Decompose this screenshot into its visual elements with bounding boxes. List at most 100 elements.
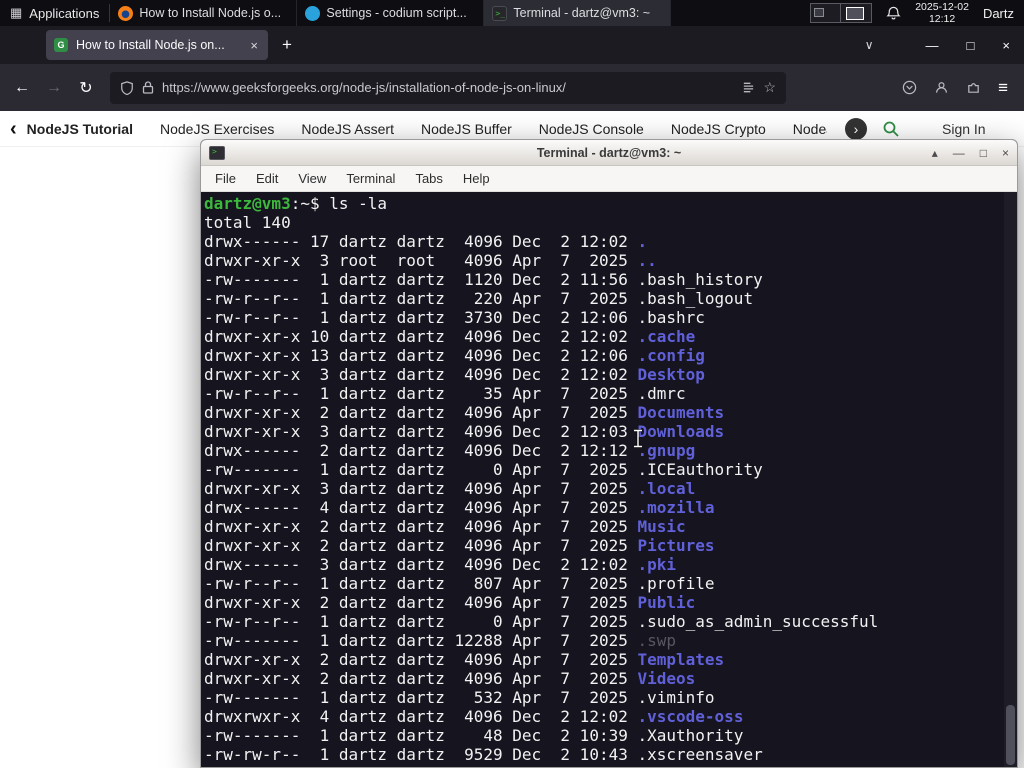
terminal-shade-button[interactable]: ▴ <box>932 140 938 166</box>
tab-close-icon[interactable]: × <box>248 38 260 53</box>
nav-link-nodejs-assert[interactable]: NodeJS Assert <box>301 121 394 137</box>
terminal-line: drwxr-xr-x 3 root root 4096 Apr 7 2025 .… <box>204 251 657 270</box>
clock-time: 12:12 <box>928 13 956 25</box>
terminal-line: drwxr-xr-x 3 dartz dartz 4096 Dec 2 12:0… <box>204 422 725 441</box>
terminal-menu-help[interactable]: Help <box>455 169 498 188</box>
terminal-line: -rw-r--r-- 1 dartz dartz 35 Apr 7 2025 .… <box>204 384 686 403</box>
terminal-line: drwx------ 3 dartz dartz 4096 Dec 2 12:0… <box>204 555 677 574</box>
terminal-menu-view[interactable]: View <box>290 169 334 188</box>
nav-link-nodejs-buffer[interactable]: NodeJS Buffer <box>421 121 512 137</box>
nav-scroll-left-icon[interactable]: ‹ <box>10 119 17 139</box>
tab-list-chevron-icon[interactable]: ∨ <box>865 38 874 52</box>
terminal-line: drwxr-xr-x 13 dartz dartz 4096 Dec 2 12:… <box>204 346 705 365</box>
workspace-2[interactable] <box>841 3 873 23</box>
nav-link-nodejs-dns[interactable]: NodeJS DNS <box>793 121 827 137</box>
menu-hamburger-icon[interactable]: ≡ <box>998 78 1008 98</box>
navigation-toolbar: ← → ↻ https://www.geeksforgeeks.org/node… <box>0 64 1024 111</box>
pager-active-window <box>846 7 865 20</box>
lock-icon[interactable] <box>142 81 154 94</box>
terminal-maximize-button[interactable]: □ <box>980 140 987 166</box>
top-panel: ▦ Applications How to Install Node.js o.… <box>0 0 1024 26</box>
notifications-bell-icon[interactable] <box>886 5 901 21</box>
browser-tab[interactable]: G How to Install Node.js on... × <box>46 30 268 60</box>
url-bar[interactable]: https://www.geeksforgeeks.org/node-js/in… <box>110 71 786 104</box>
terminal-line: -rw-r--r-- 1 dartz dartz 220 Apr 7 2025 … <box>204 289 754 308</box>
terminal-line: drwxr-xr-x 2 dartz dartz 4096 Apr 7 2025… <box>204 517 686 536</box>
terminal-icon <box>492 5 508 21</box>
terminal-body[interactable]: dartz@vm3:~$ ls -la total 140 drwx------ 1… <box>201 192 1017 767</box>
pocket-icon[interactable] <box>902 80 917 95</box>
user-menu[interactable]: Dartz <box>983 6 1016 21</box>
terminal-minimize-button[interactable]: — <box>953 140 965 166</box>
desktop-screen: ▦ Applications How to Install Node.js o.… <box>0 0 1024 768</box>
terminal-menu-edit[interactable]: Edit <box>248 169 286 188</box>
back-button[interactable]: ← <box>6 79 38 97</box>
reload-button[interactable]: ↻ <box>70 78 102 98</box>
terminal-line: -rw------- 1 dartz dartz 0 Apr 7 2025 .I… <box>204 460 763 479</box>
nav-link-nodejs-crypto[interactable]: NodeJS Crypto <box>671 121 766 137</box>
tab-title: How to Install Node.js on... <box>76 38 225 52</box>
terminal-menubar: File Edit View Terminal Tabs Help <box>201 166 1017 192</box>
terminal-line: drwxr-xr-x 2 dartz dartz 4096 Apr 7 2025… <box>204 403 725 422</box>
sign-in-button[interactable]: Sign In <box>942 121 986 137</box>
gfg-favicon: G <box>54 38 68 52</box>
terminal-line: -rw------- 1 dartz dartz 1120 Dec 2 11:5… <box>204 270 763 289</box>
taskbar-button-terminal[interactable]: Terminal - dartz@vm3: ~ <box>484 0 672 26</box>
codium-icon <box>305 5 321 21</box>
task-list: How to Install Node.js o... Settings - co… <box>110 0 672 26</box>
taskbar-button-label: Settings - codium script... <box>326 6 467 20</box>
taskbar-button-codium[interactable]: Settings - codium script... <box>297 0 485 26</box>
pager-window <box>814 8 825 17</box>
taskbar-button-label: How to Install Node.js o... <box>139 6 282 20</box>
workspace-1[interactable] <box>810 3 842 23</box>
toolbar-right-icons: ≡ <box>902 78 1018 98</box>
terminal-line: drwx------ 2 dartz dartz 4096 Dec 2 12:1… <box>204 441 696 460</box>
terminal-line: drwxr-xr-x 3 dartz dartz 4096 Apr 7 2025… <box>204 479 696 498</box>
terminal-line: -rw-r--r-- 1 dartz dartz 0 Apr 7 2025 .s… <box>204 612 879 631</box>
url-text[interactable]: https://www.geeksforgeeks.org/node-js/in… <box>162 80 734 95</box>
terminal-line: -rw-rw-r-- 1 dartz dartz 9529 Dec 2 10:4… <box>204 745 763 764</box>
scrollbar-thumb[interactable] <box>1006 705 1015 765</box>
browser-maximize-button[interactable]: □ <box>967 38 975 53</box>
terminal-line: drwxr-xr-x 2 dartz dartz 4096 Apr 7 2025… <box>204 650 725 669</box>
terminal-line: drwxr-xr-x 2 dartz dartz 4096 Apr 7 2025… <box>204 669 696 688</box>
terminal-menu-file[interactable]: File <box>207 169 244 188</box>
tracking-shield-icon[interactable] <box>120 80 134 95</box>
search-icon[interactable] <box>882 120 900 138</box>
new-tab-button[interactable]: + <box>282 35 292 55</box>
terminal-scrollbar[interactable] <box>1004 192 1017 767</box>
firefox-icon <box>118 5 134 21</box>
terminal-line: dartz@vm3:~$ ls -la <box>204 194 388 213</box>
taskbar-button-label: Terminal - dartz@vm3: ~ <box>513 6 651 20</box>
terminal-line: -rw------- 1 dartz dartz 532 Apr 7 2025 … <box>204 688 715 707</box>
clock-date: 2025-12-02 <box>915 1 969 13</box>
terminal-line: drwxr-xr-x 2 dartz dartz 4096 Apr 7 2025… <box>204 593 696 612</box>
nav-scroll-right-icon[interactable]: › <box>845 118 867 140</box>
window-controls: ∨ — □ × <box>851 26 1024 64</box>
terminal-line: drwxr-xr-x 10 dartz dartz 4096 Dec 2 12:… <box>204 327 696 346</box>
terminal-line: drwxr-xr-x 2 dartz dartz 4096 Apr 7 2025… <box>204 536 715 555</box>
terminal-line: drwx------ 17 dartz dartz 4096 Dec 2 12:… <box>204 232 648 251</box>
terminal-output: dartz@vm3:~$ ls -la total 140 drwx------ 1… <box>201 192 1017 764</box>
taskbar-button-firefox[interactable]: How to Install Node.js o... <box>110 0 298 26</box>
terminal-line: -rw------- 1 dartz dartz 48 Dec 2 10:39 … <box>204 726 744 745</box>
terminal-close-button[interactable]: × <box>1002 140 1009 166</box>
terminal-menu-terminal[interactable]: Terminal <box>338 169 403 188</box>
reader-mode-icon[interactable] <box>742 81 755 94</box>
forward-button[interactable]: → <box>38 79 70 97</box>
browser-close-button[interactable]: × <box>1002 38 1010 53</box>
clock[interactable]: 2025-12-02 12:12 <box>915 1 969 25</box>
bookmark-star-icon[interactable]: ☆ <box>763 79 776 96</box>
nav-link-nodejs-exercises[interactable]: NodeJS Exercises <box>160 121 274 137</box>
nav-link-nodejs-tutorial[interactable]: NodeJS Tutorial <box>27 121 133 137</box>
applications-menu-button[interactable]: ▦ Applications <box>0 0 109 26</box>
terminal-titlebar[interactable]: Terminal - dartz@vm3: ~ ▴ — □ × <box>201 140 1017 166</box>
browser-minimize-button[interactable]: — <box>926 38 939 53</box>
nav-link-nodejs-console[interactable]: NodeJS Console <box>539 121 644 137</box>
terminal-line: -rw------- 1 dartz dartz 12288 Apr 7 202… <box>204 631 677 650</box>
workspace-pager[interactable] <box>810 3 873 23</box>
terminal-menu-tabs[interactable]: Tabs <box>407 169 450 188</box>
account-icon[interactable] <box>934 80 949 95</box>
terminal-line: drwxrwxr-x 4 dartz dartz 4096 Dec 2 12:0… <box>204 707 744 726</box>
extensions-puzzle-icon[interactable] <box>966 80 981 95</box>
